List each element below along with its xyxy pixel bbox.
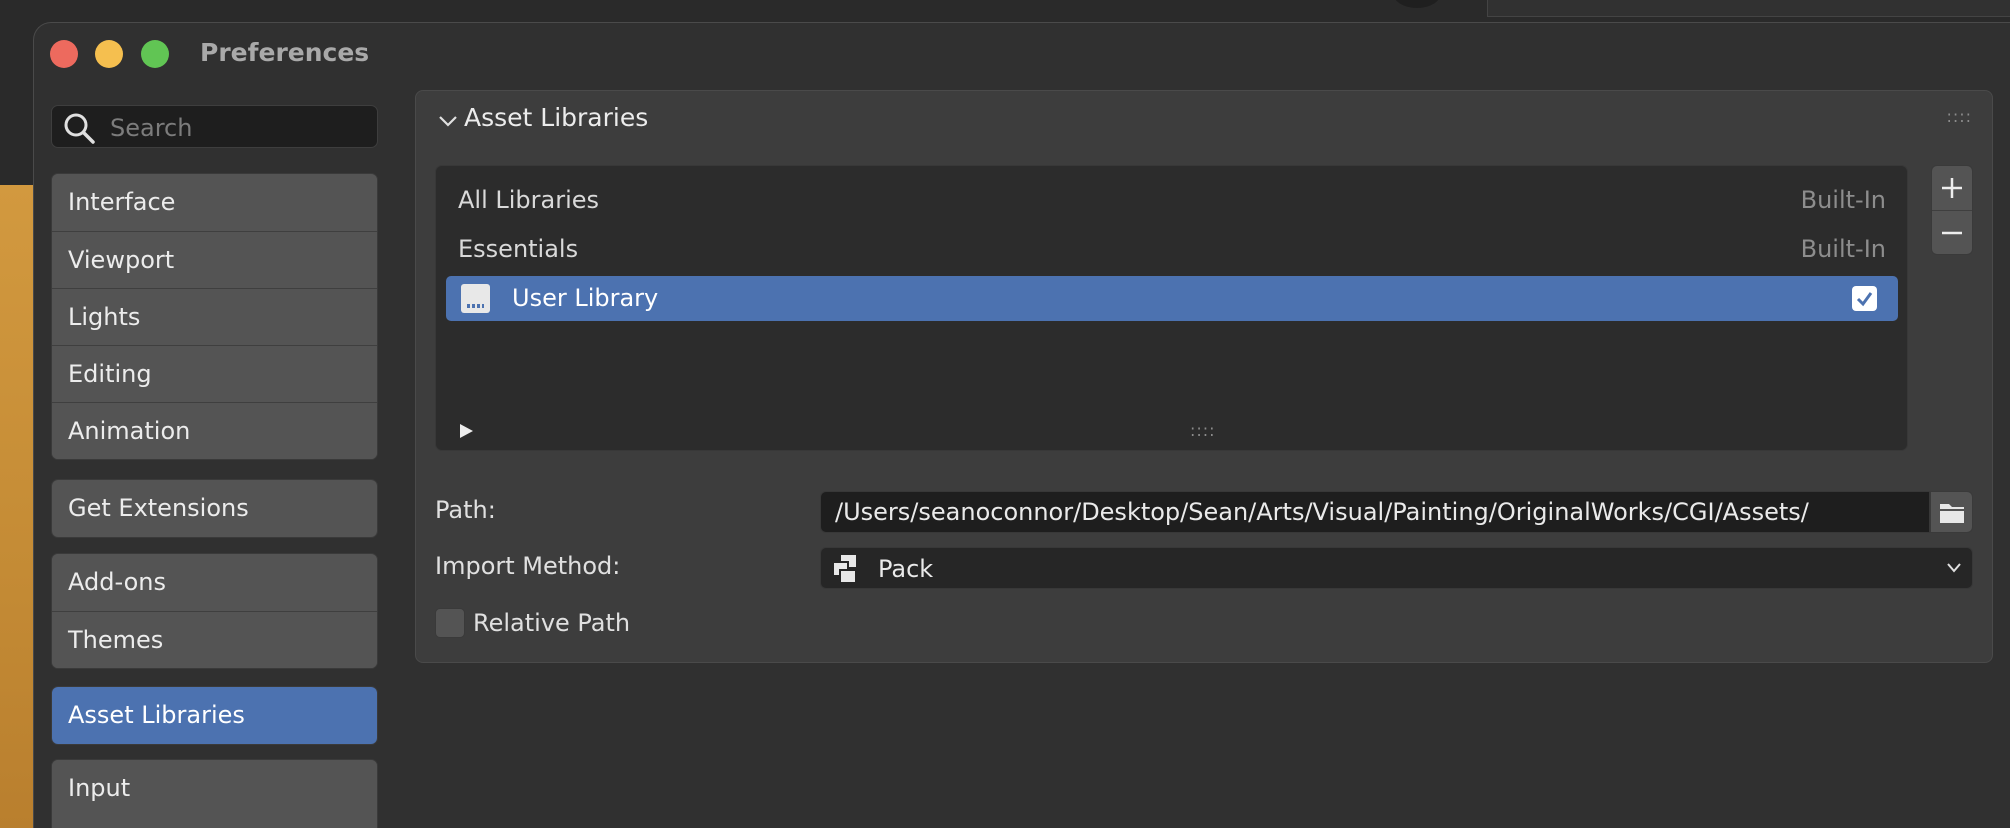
plus-icon xyxy=(1942,178,1962,198)
pack-icon xyxy=(832,555,857,584)
sidebar-item-animation[interactable]: Animation xyxy=(52,402,377,459)
sidebar-item-interface[interactable]: Interface xyxy=(52,174,377,231)
nav-group-display: Interface Viewport Lights Editing Animat… xyxy=(51,173,378,460)
drive-icon xyxy=(461,284,490,313)
list-item[interactable]: Essentials Built-In xyxy=(446,227,1898,272)
close-window-button[interactable] xyxy=(50,40,78,68)
library-tag: Built-In xyxy=(1800,186,1886,214)
list-item-selected[interactable]: User Library xyxy=(446,276,1898,321)
list-actions xyxy=(1931,165,1973,255)
search-input[interactable]: Search xyxy=(51,105,378,148)
sidebar-item-asset-libraries[interactable]: Asset Libraries xyxy=(52,687,377,744)
library-name: Essentials xyxy=(458,235,579,263)
add-library-button[interactable] xyxy=(1932,166,1972,210)
sidebar-item-get-extensions[interactable]: Get Extensions xyxy=(52,480,377,537)
asset-libraries-panel: Asset Libraries :::: All Libraries Built… xyxy=(415,90,1993,663)
sidebar-item-input[interactable]: Input xyxy=(52,760,377,817)
minimize-window-button[interactable] xyxy=(95,40,123,68)
nav-group-extensions: Get Extensions xyxy=(51,479,378,538)
nav-group-input: Input xyxy=(51,759,378,828)
desktop-background xyxy=(0,185,34,828)
play-arrow-icon[interactable] xyxy=(460,424,473,438)
zoom-window-button[interactable] xyxy=(141,40,169,68)
checkbox-checked-icon xyxy=(1856,292,1873,307)
import-method-value: Pack xyxy=(878,555,934,583)
sidebar-item-themes[interactable]: Themes xyxy=(52,611,377,668)
folder-icon xyxy=(1940,504,1964,523)
library-name: User Library xyxy=(512,284,659,312)
list-item[interactable]: All Libraries Built-In xyxy=(446,178,1898,223)
panel-title: Asset Libraries xyxy=(464,103,649,132)
sidebar-item-viewport[interactable]: Viewport xyxy=(52,231,377,288)
list-resize-handle[interactable]: :::: xyxy=(1190,421,1216,440)
nav-group-assets: Asset Libraries xyxy=(51,686,378,745)
minus-icon xyxy=(1942,231,1962,234)
window-title: Preferences xyxy=(200,38,370,67)
library-name: All Libraries xyxy=(458,186,600,214)
library-enabled-checkbox[interactable] xyxy=(1852,286,1877,311)
sidebar-item-lights[interactable]: Lights xyxy=(52,288,377,345)
nav-group-addons: Add-ons Themes xyxy=(51,553,378,669)
panel-header[interactable]: Asset Libraries :::: xyxy=(416,91,1992,146)
sidebar-item-add-ons[interactable]: Add-ons xyxy=(52,554,377,611)
relative-path-checkbox[interactable] xyxy=(435,608,465,638)
background-window-edge xyxy=(1487,0,2010,17)
path-field[interactable]: /Users/seanoconnor/Desktop/Sean/Arts/Vis… xyxy=(820,491,1930,533)
library-list: All Libraries Built-In Essentials Built-… xyxy=(435,165,1908,451)
import-method-dropdown[interactable]: Pack xyxy=(820,547,1973,589)
library-tag: Built-In xyxy=(1800,235,1886,263)
background-window-element xyxy=(1393,0,1441,8)
panel-drag-handle[interactable]: :::: xyxy=(1946,107,1972,126)
search-icon xyxy=(64,113,95,144)
relative-path-label: Relative Path xyxy=(473,609,631,637)
chevron-down-icon xyxy=(1947,563,1961,573)
path-label: Path: xyxy=(435,496,496,524)
chevron-down-icon xyxy=(439,116,457,127)
search-placeholder: Search xyxy=(110,114,193,142)
import-method-label: Import Method: xyxy=(435,552,621,580)
browse-folder-button[interactable] xyxy=(1930,491,1973,533)
remove-library-button[interactable] xyxy=(1932,210,1972,254)
sidebar-item-editing[interactable]: Editing xyxy=(52,345,377,402)
